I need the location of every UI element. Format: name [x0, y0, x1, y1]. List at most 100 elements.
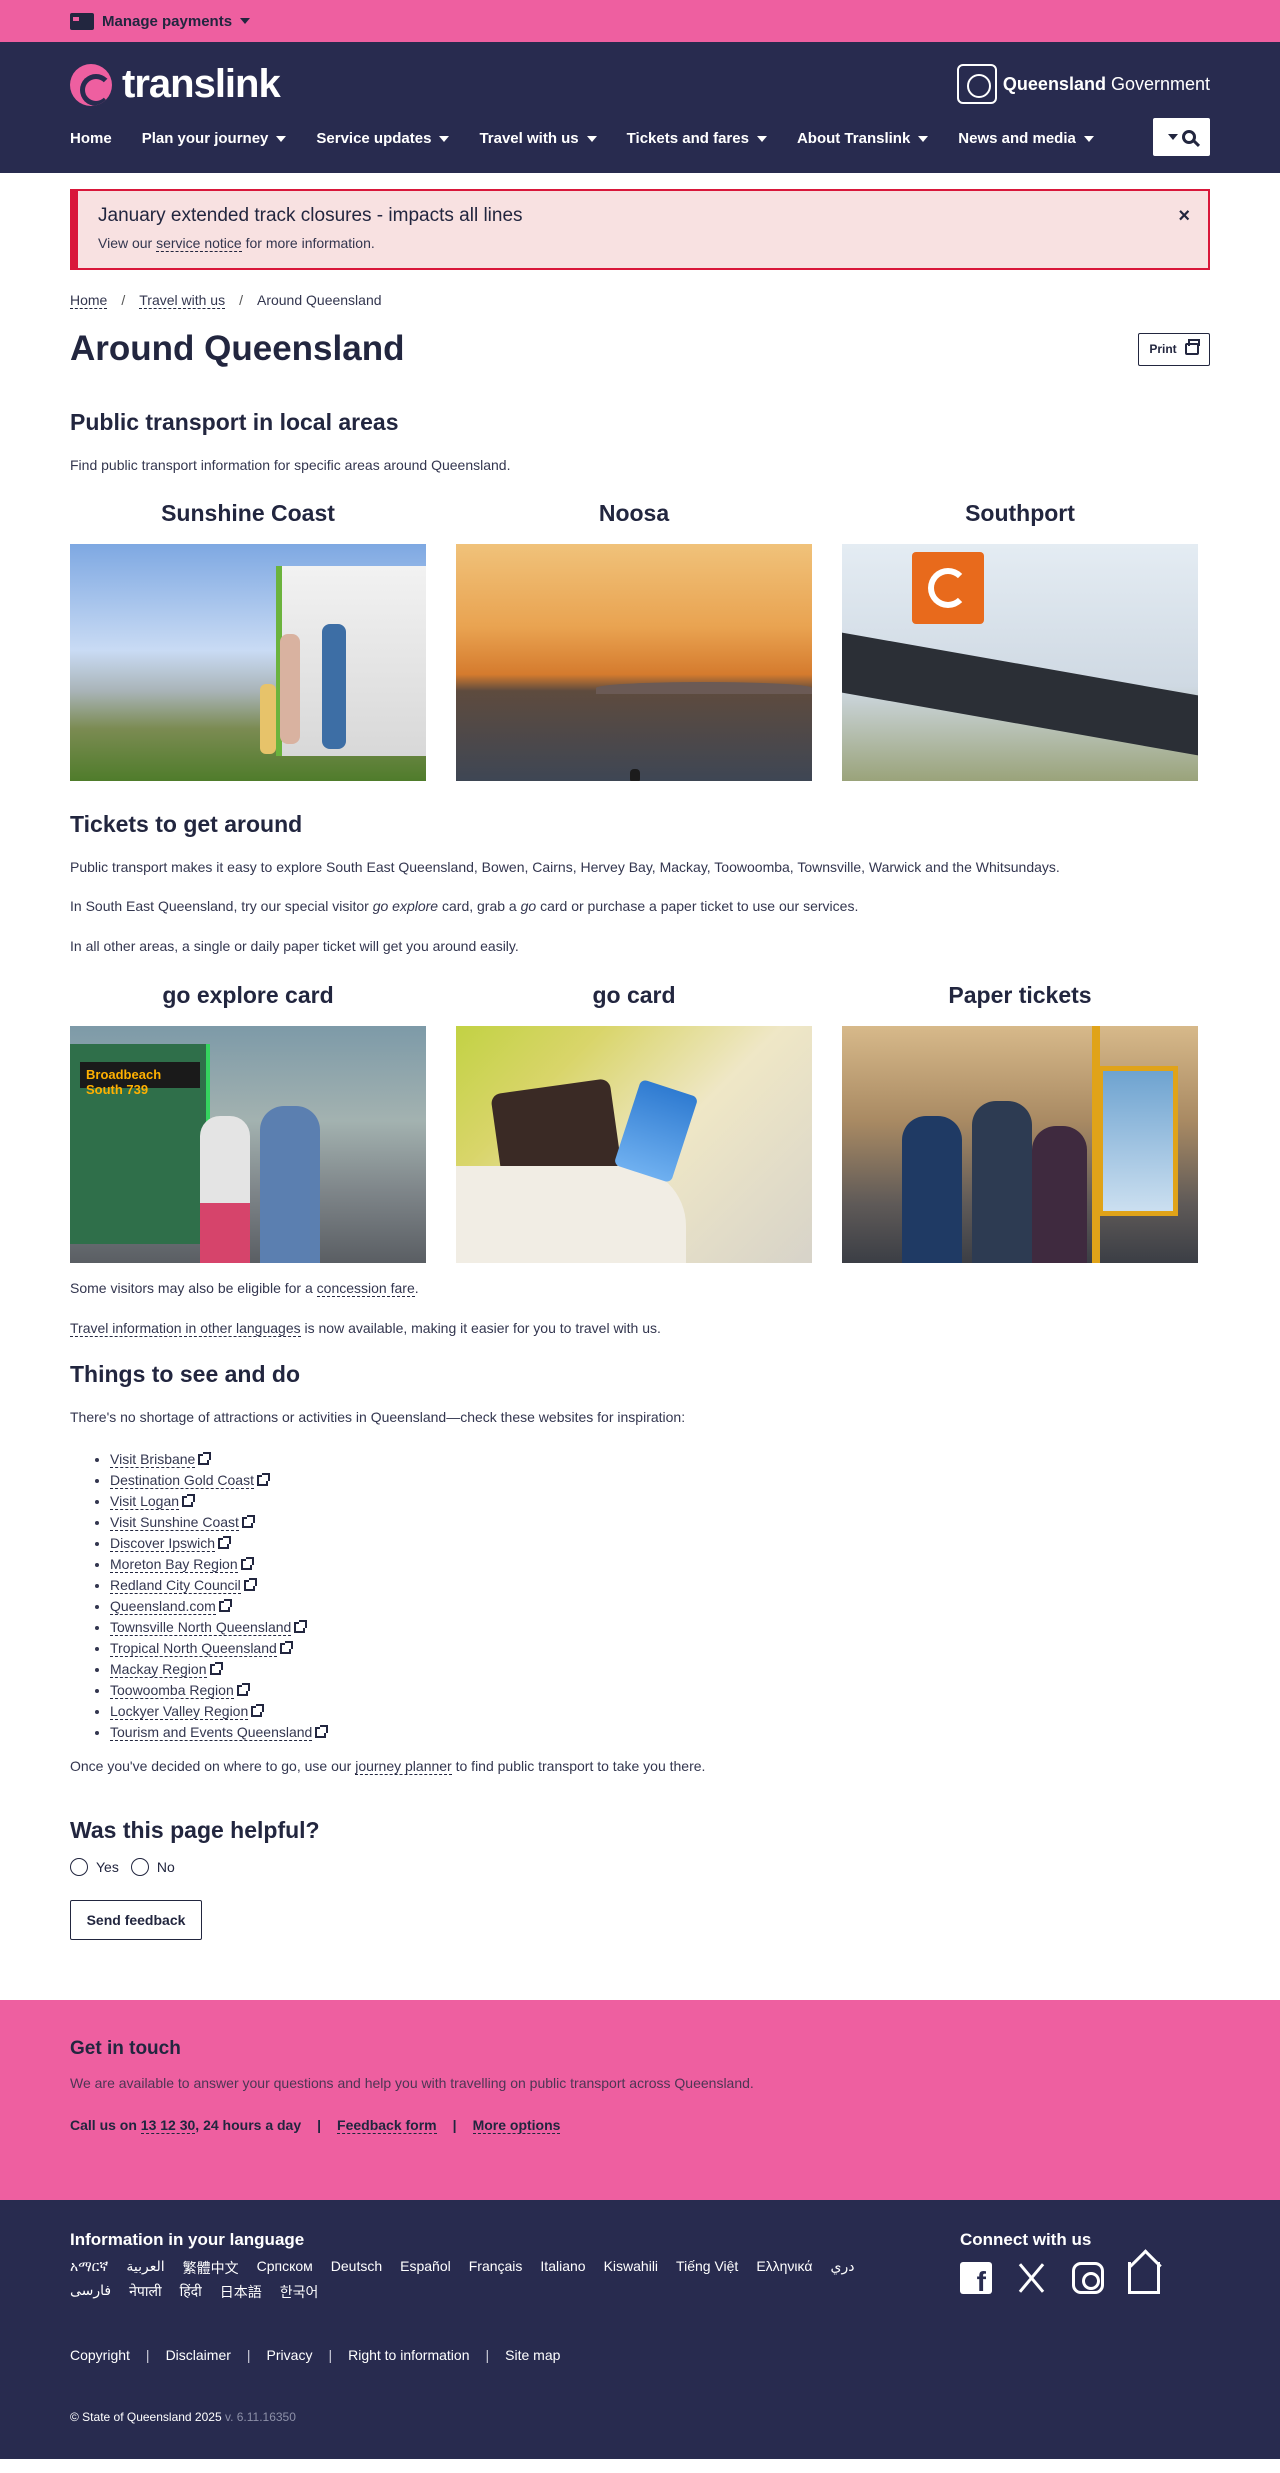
journey-planner-link[interactable]: journey planner [355, 1758, 452, 1776]
print-button[interactable]: Print [1138, 332, 1210, 366]
footer-link[interactable]: Right to information [348, 2347, 469, 2363]
language-link[interactable]: 한국어 [280, 2282, 319, 2302]
inspiration-link[interactable]: Mackay Region [110, 1661, 207, 1679]
language-link[interactable]: العربية [126, 2258, 164, 2278]
language-link[interactable]: Ελληνικά [756, 2258, 812, 2278]
inspiration-link[interactable]: Visit Brisbane [110, 1451, 196, 1469]
person-shape [902, 1116, 962, 1264]
nav-service-updates[interactable]: Service updates [316, 130, 450, 147]
nav-travel-with-us[interactable]: Travel with us [479, 130, 597, 147]
tickets-p3: In all other areas, a single or daily pa… [70, 937, 519, 954]
footer-link[interactable]: Site map [505, 2347, 560, 2363]
nav-plan-your-journey[interactable]: Plan your journey [142, 130, 287, 147]
nav-home[interactable]: Home [70, 130, 112, 147]
language-link[interactable]: Español [400, 2258, 451, 2278]
language-link[interactable]: हिंदी [180, 2282, 202, 2302]
queensland-government-logo[interactable]: Queensland Government [956, 64, 1210, 104]
translink-logo[interactable]: translink [70, 62, 281, 107]
footer-link[interactable]: Privacy [267, 2347, 313, 2363]
tile-noosa[interactable]: Noosa [456, 500, 812, 781]
inspiration-link[interactable]: Destination Gold Coast [110, 1472, 254, 1490]
nav-news-and-media[interactable]: News and media [958, 130, 1094, 147]
language-link[interactable]: دري [830, 2258, 854, 2278]
translink-logo-mark [70, 63, 112, 106]
more-options-link[interactable]: More options [472, 2117, 561, 2135]
inspiration-link[interactable]: Visit Logan [110, 1493, 180, 1511]
manage-payments-button[interactable]: Manage payments [70, 12, 251, 30]
list-item: Townsville North Queensland [110, 1617, 1210, 1638]
nav-tickets-and-fares[interactable]: Tickets and fares [627, 130, 767, 147]
inspiration-link[interactable]: Moreton Bay Region [110, 1556, 238, 1574]
print-label: Print [1149, 342, 1177, 356]
person-shape [1032, 1126, 1087, 1264]
footer-links: Copyright | Disclaimer | Privacy | Right to in… [70, 2347, 560, 2363]
facebook-icon[interactable] [960, 2261, 992, 2298]
separator: | [328, 2346, 333, 2363]
inspiration-link[interactable]: Tropical North Queensland [110, 1640, 277, 1658]
go-explore-image: Broadbeach South 739 [70, 1026, 426, 1264]
get-in-touch-text: We are available to answer your question… [70, 2074, 754, 2091]
language-link[interactable]: Français [469, 2258, 523, 2278]
language-link[interactable]: Tiếng Việt [676, 2258, 738, 2278]
concession-fare-link[interactable]: concession fare [316, 1280, 415, 1298]
search-button[interactable] [1153, 118, 1210, 156]
breadcrumb-home[interactable]: Home [70, 292, 108, 309]
tile-title: Southport [965, 499, 1075, 526]
languages-text: Travel information in other languages is… [70, 1319, 661, 1337]
language-link[interactable]: Kiswahili [604, 2258, 658, 2278]
chevron-down-icon [276, 135, 287, 142]
external-link-icon [279, 1641, 293, 1655]
inspiration-links: Visit Brisbane Destination Gold Coast Visi… [70, 1449, 1210, 1743]
list-item: Visit Brisbane [110, 1449, 1210, 1470]
language-link[interactable]: नेपाली [129, 2282, 161, 2302]
list-item: Discover Ipswich [110, 1533, 1210, 1554]
chevron-down-icon [439, 135, 450, 142]
inspiration-link[interactable]: Discover Ipswich [110, 1535, 216, 1553]
tile-sunshine-coast[interactable]: Sunshine Coast [70, 500, 426, 781]
email-icon[interactable] [1128, 2261, 1160, 2294]
radio-yes[interactable]: Yes [70, 1857, 119, 1876]
separator: | [246, 2346, 251, 2363]
printer-icon [1184, 339, 1200, 355]
tile-southport[interactable]: Southport [842, 500, 1198, 781]
language-link[interactable]: Српском [257, 2258, 313, 2278]
inspiration-link[interactable]: Tourism and Events Queensland [110, 1724, 313, 1742]
tickets-p1: Public transport makes it easy to explor… [70, 858, 1060, 875]
breadcrumb-travel-with-us[interactable]: Travel with us [139, 292, 226, 309]
feedback-form-link[interactable]: Feedback form [337, 2117, 437, 2135]
language-link[interactable]: 日本語 [220, 2282, 262, 2302]
radio-circle[interactable] [130, 1857, 149, 1876]
service-notice-link[interactable]: service notice [156, 235, 242, 252]
footer-link[interactable]: Disclaimer [166, 2347, 231, 2363]
get-in-touch-heading: Get in touch [70, 2037, 181, 2059]
inspiration-link[interactable]: Toowoomba Region [110, 1682, 234, 1700]
language-link[interactable]: 繁體中文 [183, 2258, 239, 2278]
instagram-icon[interactable] [1072, 2261, 1104, 2294]
inspiration-link[interactable]: Visit Sunshine Coast [110, 1514, 239, 1532]
radio-circle[interactable] [70, 1857, 88, 1876]
radio-no[interactable]: No [130, 1857, 175, 1876]
inspiration-link[interactable]: Townsville North Queensland [110, 1619, 292, 1637]
phone-link[interactable]: 13 12 30 [140, 2117, 196, 2135]
x-icon[interactable] [1016, 2262, 1048, 2294]
send-feedback-button[interactable]: Send feedback [70, 1899, 202, 1940]
close-icon[interactable]: × [1178, 205, 1190, 228]
inspiration-link[interactable]: Queensland.com [110, 1598, 216, 1616]
inspiration-link[interactable]: Redland City Council [110, 1577, 241, 1595]
language-link[interactable]: አማርኛ [70, 2258, 108, 2278]
language-link[interactable]: فارسی [70, 2282, 111, 2302]
go-card-image [456, 1026, 812, 1264]
alert-title: January extended track closures - impact… [98, 205, 523, 226]
language-link[interactable]: Italiano [540, 2258, 585, 2278]
tile-title: Sunshine Coast [161, 499, 335, 526]
footer-link[interactable]: Copyright [70, 2347, 130, 2363]
tile-paper-tickets[interactable]: Paper tickets [842, 982, 1198, 1264]
nav-about-translink[interactable]: About Translink [797, 130, 929, 147]
tile-go-explore-card[interactable]: go explore card Broadbeach South 739 [70, 982, 426, 1264]
concession-text: Some visitors may also be eligible for a… [70, 1280, 419, 1298]
travel-info-languages-link[interactable]: Travel information in other languages [70, 1319, 301, 1337]
inspiration-link[interactable]: Lockyer Valley Region [110, 1703, 249, 1721]
tile-go-card[interactable]: go card [456, 982, 812, 1264]
language-link[interactable]: Deutsch [331, 2258, 382, 2278]
tile-title: go explore card [162, 982, 334, 1009]
